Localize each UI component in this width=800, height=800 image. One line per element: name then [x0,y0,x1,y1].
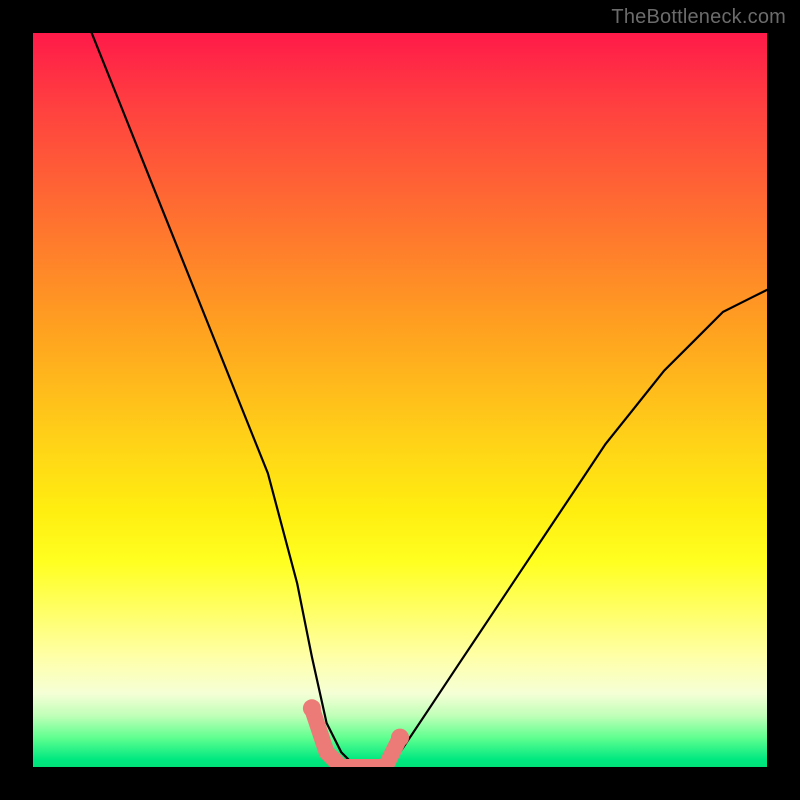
optimal-range-endpoint [303,699,321,717]
bottleneck-curve [92,33,767,767]
chart-container: TheBottleneck.com [0,0,800,800]
gradient-plot-area [33,33,767,767]
optimal-range-marker [303,699,409,767]
chart-overlay [33,33,767,767]
optimal-range-endpoint [391,729,409,747]
watermark-text: TheBottleneck.com [611,6,786,29]
